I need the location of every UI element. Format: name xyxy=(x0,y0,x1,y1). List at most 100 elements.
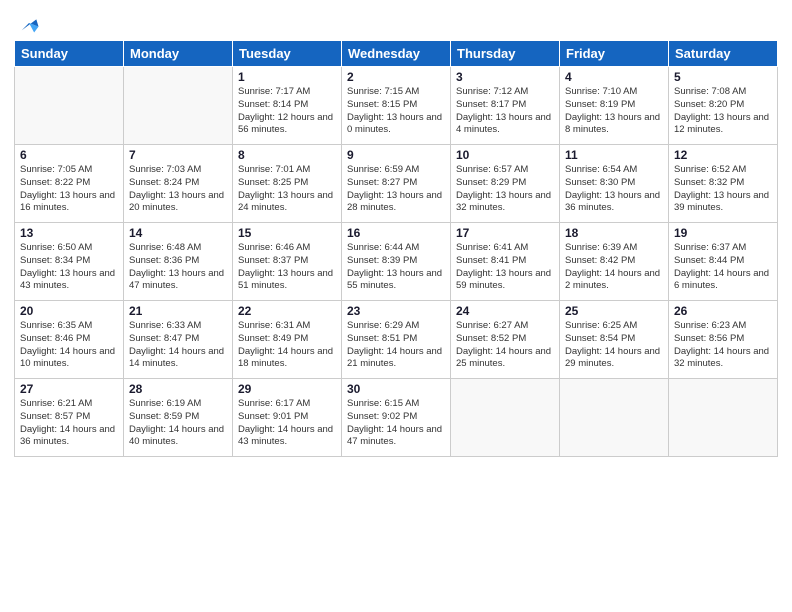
calendar-cell: 23 Sunrise: 6:29 AM Sunset: 8:51 PM Dayli… xyxy=(342,301,451,379)
day-info: Sunrise: 6:15 AM Sunset: 9:02 PM Dayligh… xyxy=(347,398,445,449)
day-info: Sunrise: 6:44 AM Sunset: 8:39 PM Dayligh… xyxy=(347,242,445,293)
calendar-cell: 17Sunrise: 6:41 AM Sunset: 8:41 PM Dayli… xyxy=(451,223,560,301)
day-number: 24 xyxy=(456,304,554,318)
day-info: Sunrise: 6:59 AM Sunset: 8:27 PM Dayligh… xyxy=(347,164,445,215)
day-number: 29 xyxy=(238,382,336,396)
day-info: Sunrise: 6:23 AM Sunset: 8:56 PM Dayligh… xyxy=(674,320,772,371)
day-number: 23 xyxy=(347,304,445,318)
calendar-cell: 27 Sunrise: 6:21 AM Sunset: 8:57 PM Dayli… xyxy=(15,379,124,457)
day-info: Sunrise: 6:19 AM Sunset: 8:59 PM Dayligh… xyxy=(129,398,227,449)
day-info: Sunrise: 7:12 AM Sunset: 8:17 PM Dayligh… xyxy=(456,86,554,137)
day-number: 2 xyxy=(347,70,445,84)
day-number: 5 xyxy=(674,70,772,84)
day-number: 26 xyxy=(674,304,772,318)
day-info: Sunrise: 6:21 AM Sunset: 8:57 PM Dayligh… xyxy=(20,398,118,449)
day-info: Sunrise: 7:10 AM Sunset: 8:19 PM Dayligh… xyxy=(565,86,663,137)
day-number: 28 xyxy=(129,382,227,396)
header-row: SundayMondayTuesdayWednesdayThursdayFrid… xyxy=(15,41,778,67)
header-saturday: Saturday xyxy=(669,41,778,67)
header-thursday: Thursday xyxy=(451,41,560,67)
calendar-cell: 9 Sunrise: 6:59 AM Sunset: 8:27 PM Daylig… xyxy=(342,145,451,223)
day-info: Sunrise: 6:54 AM Sunset: 8:30 PM Dayligh… xyxy=(565,164,663,215)
week-row-2: 13Sunrise: 6:50 AM Sunset: 8:34 PM Dayli… xyxy=(15,223,778,301)
day-info: Sunrise: 7:01 AM Sunset: 8:25 PM Dayligh… xyxy=(238,164,336,215)
calendar-cell: 16 Sunrise: 6:44 AM Sunset: 8:39 PM Dayli… xyxy=(342,223,451,301)
calendar-cell xyxy=(560,379,669,457)
calendar-cell: 21 Sunrise: 6:33 AM Sunset: 8:47 PM Dayli… xyxy=(124,301,233,379)
day-number: 6 xyxy=(20,148,118,162)
calendar-cell: 8 Sunrise: 7:01 AM Sunset: 8:25 PM Daylig… xyxy=(233,145,342,223)
logo xyxy=(14,10,40,34)
calendar-cell: 15Sunrise: 6:46 AM Sunset: 8:37 PM Dayli… xyxy=(233,223,342,301)
calendar-cell: 4 Sunrise: 7:10 AM Sunset: 8:19 PM Daylig… xyxy=(560,67,669,145)
calendar-cell: 18 Sunrise: 6:39 AM Sunset: 8:42 PM Dayli… xyxy=(560,223,669,301)
day-number: 19 xyxy=(674,226,772,240)
day-number: 21 xyxy=(129,304,227,318)
week-row-0: 1 Sunrise: 7:17 AM Sunset: 8:14 PM Daylig… xyxy=(15,67,778,145)
logo-icon xyxy=(18,12,40,34)
day-info: Sunrise: 6:25 AM Sunset: 8:54 PM Dayligh… xyxy=(565,320,663,371)
day-info: Sunrise: 6:46 AM Sunset: 8:37 PM Dayligh… xyxy=(238,242,336,293)
calendar-cell: 30 Sunrise: 6:15 AM Sunset: 9:02 PM Dayli… xyxy=(342,379,451,457)
header-wednesday: Wednesday xyxy=(342,41,451,67)
calendar-cell: 22 Sunrise: 6:31 AM Sunset: 8:49 PM Dayli… xyxy=(233,301,342,379)
day-number: 16 xyxy=(347,226,445,240)
day-number: 11 xyxy=(565,148,663,162)
calendar-cell: 1 Sunrise: 7:17 AM Sunset: 8:14 PM Daylig… xyxy=(233,67,342,145)
calendar-cell: 5Sunrise: 7:08 AM Sunset: 8:20 PM Daylig… xyxy=(669,67,778,145)
calendar-cell: 6Sunrise: 7:05 AM Sunset: 8:22 PM Daylig… xyxy=(15,145,124,223)
week-row-4: 27 Sunrise: 6:21 AM Sunset: 8:57 PM Dayli… xyxy=(15,379,778,457)
day-number: 30 xyxy=(347,382,445,396)
calendar-cell: 3 Sunrise: 7:12 AM Sunset: 8:17 PM Daylig… xyxy=(451,67,560,145)
week-row-3: 20 Sunrise: 6:35 AM Sunset: 8:46 PM Dayli… xyxy=(15,301,778,379)
day-number: 20 xyxy=(20,304,118,318)
day-info: Sunrise: 7:17 AM Sunset: 8:14 PM Dayligh… xyxy=(238,86,336,137)
calendar-cell: 24 Sunrise: 6:27 AM Sunset: 8:52 PM Dayli… xyxy=(451,301,560,379)
day-info: Sunrise: 6:50 AM Sunset: 8:34 PM Dayligh… xyxy=(20,242,118,293)
calendar-cell xyxy=(669,379,778,457)
day-number: 3 xyxy=(456,70,554,84)
day-info: Sunrise: 6:39 AM Sunset: 8:42 PM Dayligh… xyxy=(565,242,663,293)
day-info: Sunrise: 7:15 AM Sunset: 8:15 PM Dayligh… xyxy=(347,86,445,137)
day-info: Sunrise: 6:17 AM Sunset: 9:01 PM Dayligh… xyxy=(238,398,336,449)
calendar-cell: 19Sunrise: 6:37 AM Sunset: 8:44 PM Dayli… xyxy=(669,223,778,301)
calendar-cell: 2 Sunrise: 7:15 AM Sunset: 8:15 PM Daylig… xyxy=(342,67,451,145)
day-info: Sunrise: 6:48 AM Sunset: 8:36 PM Dayligh… xyxy=(129,242,227,293)
day-info: Sunrise: 6:29 AM Sunset: 8:51 PM Dayligh… xyxy=(347,320,445,371)
day-number: 4 xyxy=(565,70,663,84)
day-number: 10 xyxy=(456,148,554,162)
day-number: 17 xyxy=(456,226,554,240)
day-number: 25 xyxy=(565,304,663,318)
day-number: 8 xyxy=(238,148,336,162)
header xyxy=(14,10,778,34)
day-number: 9 xyxy=(347,148,445,162)
calendar-cell: 29 Sunrise: 6:17 AM Sunset: 9:01 PM Dayli… xyxy=(233,379,342,457)
day-info: Sunrise: 6:27 AM Sunset: 8:52 PM Dayligh… xyxy=(456,320,554,371)
day-info: Sunrise: 7:03 AM Sunset: 8:24 PM Dayligh… xyxy=(129,164,227,215)
calendar-cell xyxy=(451,379,560,457)
day-number: 22 xyxy=(238,304,336,318)
day-info: Sunrise: 6:31 AM Sunset: 8:49 PM Dayligh… xyxy=(238,320,336,371)
day-info: Sunrise: 6:57 AM Sunset: 8:29 PM Dayligh… xyxy=(456,164,554,215)
calendar-cell: 28 Sunrise: 6:19 AM Sunset: 8:59 PM Dayli… xyxy=(124,379,233,457)
day-info: Sunrise: 6:35 AM Sunset: 8:46 PM Dayligh… xyxy=(20,320,118,371)
header-tuesday: Tuesday xyxy=(233,41,342,67)
header-sunday: Sunday xyxy=(15,41,124,67)
header-friday: Friday xyxy=(560,41,669,67)
day-info: Sunrise: 6:52 AM Sunset: 8:32 PM Dayligh… xyxy=(674,164,772,215)
calendar-cell: 25 Sunrise: 6:25 AM Sunset: 8:54 PM Dayli… xyxy=(560,301,669,379)
header-monday: Monday xyxy=(124,41,233,67)
day-number: 27 xyxy=(20,382,118,396)
calendar-cell: 12Sunrise: 6:52 AM Sunset: 8:32 PM Dayli… xyxy=(669,145,778,223)
calendar-cell xyxy=(124,67,233,145)
day-number: 18 xyxy=(565,226,663,240)
calendar-table: SundayMondayTuesdayWednesdayThursdayFrid… xyxy=(14,40,778,457)
day-number: 1 xyxy=(238,70,336,84)
page: SundayMondayTuesdayWednesdayThursdayFrid… xyxy=(0,0,792,612)
calendar-cell xyxy=(15,67,124,145)
day-number: 7 xyxy=(129,148,227,162)
calendar-cell: 7 Sunrise: 7:03 AM Sunset: 8:24 PM Daylig… xyxy=(124,145,233,223)
day-info: Sunrise: 6:33 AM Sunset: 8:47 PM Dayligh… xyxy=(129,320,227,371)
calendar-cell: 20 Sunrise: 6:35 AM Sunset: 8:46 PM Dayli… xyxy=(15,301,124,379)
calendar-cell: 10 Sunrise: 6:57 AM Sunset: 8:29 PM Dayli… xyxy=(451,145,560,223)
